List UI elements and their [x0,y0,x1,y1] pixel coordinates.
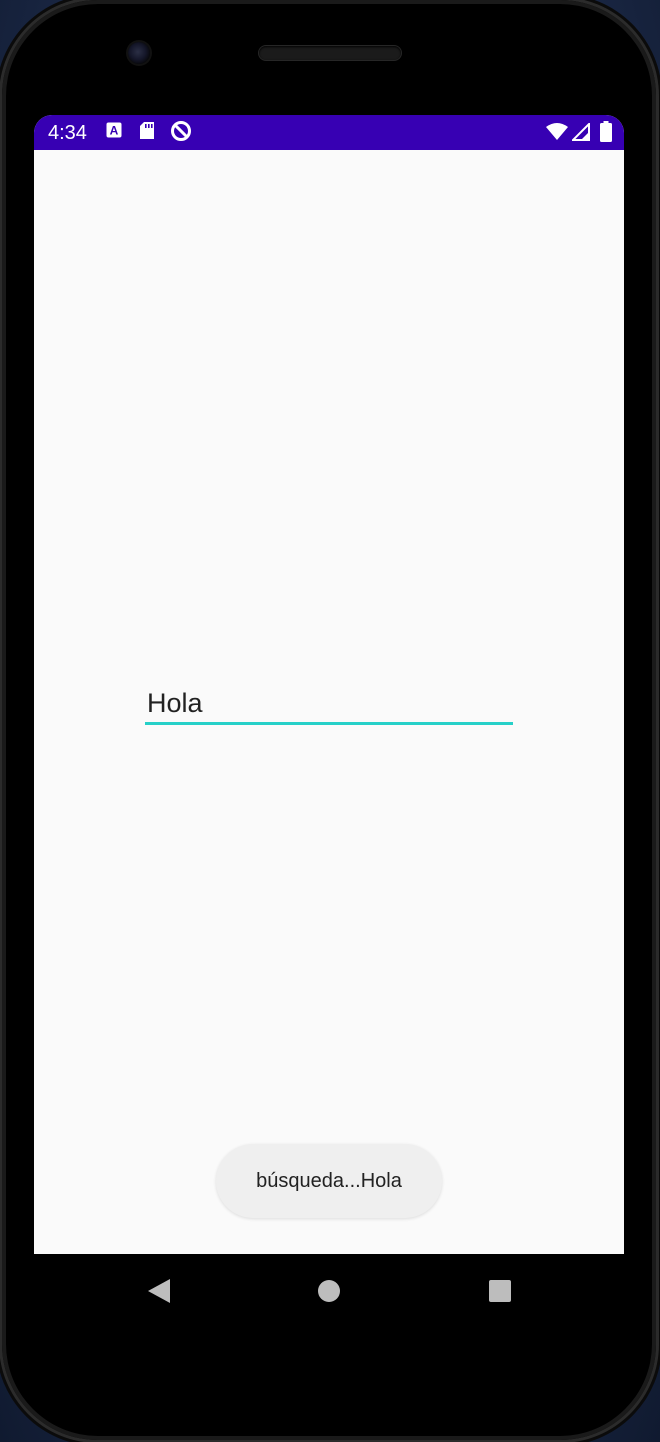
sd-card-icon [140,122,154,144]
status-time: 4:34 [48,122,87,144]
toast-text: búsqueda...Hola [256,1169,402,1192]
back-icon[interactable] [136,1268,182,1314]
svg-text:A: A [110,124,119,138]
wifi-icon [546,123,568,145]
search-input-value[interactable]: Hola [147,687,203,719]
home-icon[interactable] [306,1268,352,1314]
do-not-disturb-icon [170,120,192,147]
search-input[interactable]: Hola [145,683,513,727]
toast-message: búsqueda...Hola [216,1144,442,1218]
phone-frame: 4:34 A Hola búsqueda...Hola [2,0,656,1440]
earpiece-speaker [259,46,401,60]
battery-icon [600,121,612,147]
recents-icon[interactable] [477,1268,523,1314]
input-underline [145,722,513,725]
cell-signal-icon [570,121,590,146]
front-camera [128,42,150,64]
navigation-bar [34,1254,624,1326]
device-screen: 4:34 A Hola búsqueda...Hola [34,115,624,1254]
status-bar: 4:34 A [34,115,624,150]
font-a-icon: A [106,122,122,143]
